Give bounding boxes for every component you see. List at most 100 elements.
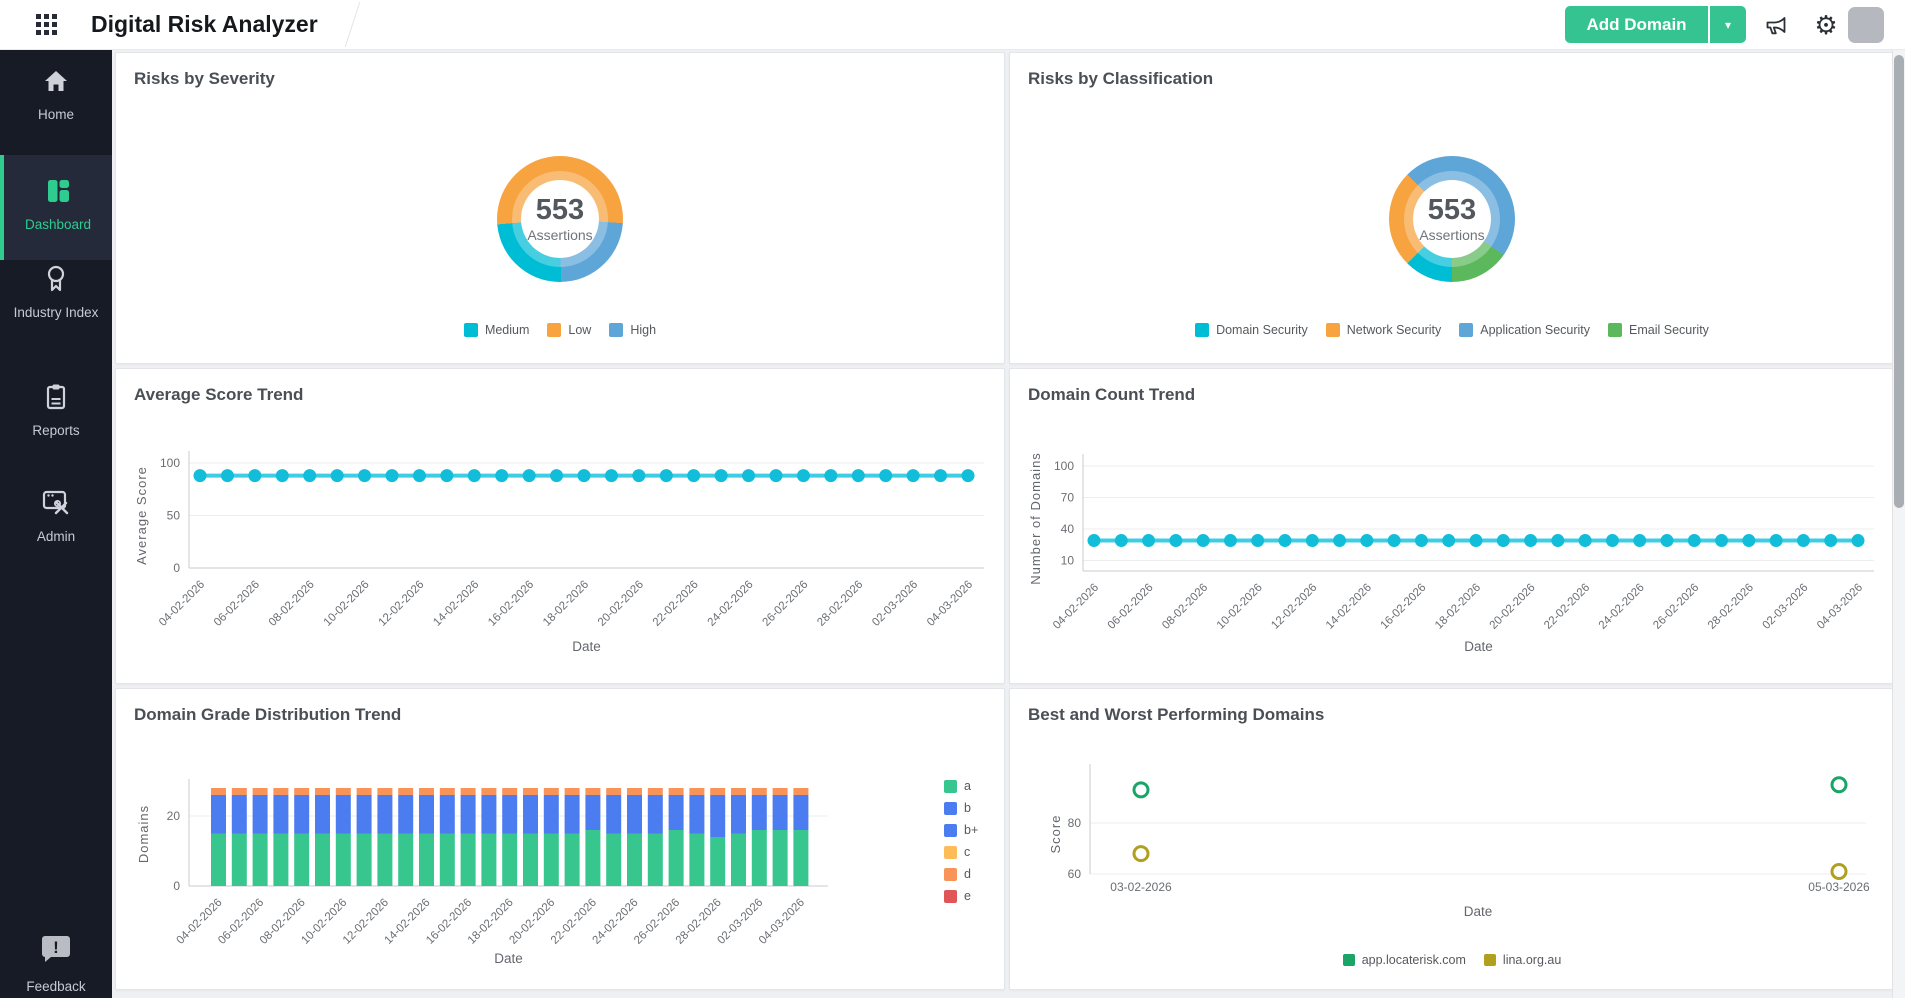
legend-item-email-security[interactable]: Email Security xyxy=(1608,323,1709,337)
legend-swatch xyxy=(944,890,957,903)
severity-donut-chart: 553 Assertions xyxy=(497,156,623,282)
legend-swatch xyxy=(1195,323,1209,337)
classification-donut-chart: 553 Assertions xyxy=(1389,156,1515,282)
svg-text:70: 70 xyxy=(1061,491,1075,505)
legend-item-low[interactable]: Low xyxy=(547,323,591,337)
svg-text:20-02-2026: 20-02-2026 xyxy=(596,579,646,629)
sidebar-item-industry-index[interactable]: Industry Index xyxy=(0,261,112,322)
sidebar-item-reports[interactable]: Reports xyxy=(0,379,112,440)
legend-label: b+ xyxy=(964,823,978,837)
legend-label: Email Security xyxy=(1629,323,1709,337)
legend-label: Application Security xyxy=(1480,323,1590,337)
domain-legend-item-lina-org-au[interactable]: lina.org.au xyxy=(1484,953,1561,967)
award-icon xyxy=(0,261,112,297)
svg-text:Date: Date xyxy=(1464,639,1493,654)
svg-text:05-03-2026: 05-03-2026 xyxy=(1808,880,1870,894)
legend-item-application-security[interactable]: Application Security xyxy=(1459,323,1590,337)
legend-item-network-security[interactable]: Network Security xyxy=(1326,323,1441,337)
svg-text:24-02-2026: 24-02-2026 xyxy=(706,579,756,629)
svg-text:Date: Date xyxy=(1464,904,1493,919)
legend-swatch xyxy=(1326,323,1340,337)
svg-text:10-02-2026: 10-02-2026 xyxy=(1215,582,1265,632)
svg-text:16-02-2026: 16-02-2026 xyxy=(486,579,536,629)
legend-label: b xyxy=(964,801,971,815)
legend-label: Low xyxy=(568,323,591,337)
card-risks-by-severity: Risks by Severity 553 Assertions MediumL… xyxy=(115,52,1005,364)
card-grade-distribution: Domain Grade Distribution Trend 02004-02… xyxy=(115,688,1005,990)
legend-swatch xyxy=(1343,954,1355,966)
legend-label: High xyxy=(630,323,656,337)
card-best-worst-domains: Best and Worst Performing Domains 608003… xyxy=(1009,688,1895,990)
svg-text:28-02-2026: 28-02-2026 xyxy=(815,579,865,629)
legend-label: a xyxy=(964,779,971,793)
svg-text:18-02-2026: 18-02-2026 xyxy=(1433,582,1483,632)
sidebar-item-home[interactable]: Home xyxy=(0,63,112,124)
legend-swatch xyxy=(944,780,957,793)
legend-swatch xyxy=(1484,954,1496,966)
svg-text:!: ! xyxy=(53,938,59,957)
sidebar-item-dashboard[interactable]: Dashboard xyxy=(0,155,112,260)
grade-legend-item-b[interactable]: b xyxy=(944,801,978,815)
legend-swatch xyxy=(1459,323,1473,337)
legend-item-medium[interactable]: Medium xyxy=(464,323,529,337)
card-title-classification: Risks by Classification xyxy=(1028,69,1213,89)
svg-text:Number of Domains: Number of Domains xyxy=(1028,452,1043,585)
sidebar: Home Dashboard Industry Index xyxy=(0,49,112,998)
admin-tools-icon xyxy=(0,485,112,521)
clipboard-icon xyxy=(0,379,112,415)
svg-text:04-03-2026: 04-03-2026 xyxy=(925,579,975,629)
svg-text:10: 10 xyxy=(1061,554,1075,568)
scrollbar-thumb[interactable] xyxy=(1894,55,1904,508)
dashboard-icon xyxy=(4,173,112,209)
grade-legend-item-c[interactable]: c xyxy=(944,845,978,859)
svg-text:08-02-2026: 08-02-2026 xyxy=(1160,582,1210,632)
svg-text:50: 50 xyxy=(167,509,181,523)
card-average-score-trend: Average Score Trend 05010004-02-202606-0… xyxy=(115,368,1005,684)
sidebar-item-feedback[interactable]: ! Feedback xyxy=(0,925,112,996)
grade-legend-item-b-[interactable]: b+ xyxy=(944,823,978,837)
grade-legend-item-e[interactable]: e xyxy=(944,889,978,903)
svg-text:02-03-2026: 02-03-2026 xyxy=(870,579,920,629)
scrollbar-track[interactable] xyxy=(1892,49,1905,998)
svg-text:08-02-2026: 08-02-2026 xyxy=(267,579,317,629)
legend-item-domain-security[interactable]: Domain Security xyxy=(1195,323,1308,337)
legend-label: d xyxy=(964,867,971,881)
svg-text:Score: Score xyxy=(1048,815,1063,854)
svg-text:04-03-2026: 04-03-2026 xyxy=(1815,582,1865,632)
assertions-count: 553 xyxy=(1428,195,1476,225)
severity-legend: Medium Low High xyxy=(116,323,1004,337)
domains-legend: app.locaterisk.com lina.org.au xyxy=(1010,953,1894,967)
legend-swatch xyxy=(547,323,561,337)
sidebar-item-admin[interactable]: Admin xyxy=(0,485,112,546)
legend-label: Medium xyxy=(485,323,529,337)
legend-item-high[interactable]: High xyxy=(609,323,656,337)
grade-legend: ab b+ cde xyxy=(944,779,978,911)
grade-legend-item-a[interactable]: a xyxy=(944,779,978,793)
svg-text:14-02-2026: 14-02-2026 xyxy=(1324,582,1374,632)
legend-swatch xyxy=(609,323,623,337)
grade-legend-item-d[interactable]: d xyxy=(944,867,978,881)
legend-label: Domain Security xyxy=(1216,323,1308,337)
svg-text:100: 100 xyxy=(1054,459,1074,473)
feedback-icon: ! xyxy=(0,925,112,971)
app-title: Digital Risk Analyzer xyxy=(91,0,318,49)
add-domain-caret-button[interactable]: ▾ xyxy=(1708,6,1746,43)
megaphone-icon[interactable] xyxy=(1760,10,1792,40)
svg-text:40: 40 xyxy=(1061,522,1075,536)
svg-text:60: 60 xyxy=(1068,867,1082,881)
svg-text:26-02-2026: 26-02-2026 xyxy=(760,579,810,629)
legend-label: e xyxy=(964,889,971,903)
grade-distribution-bar-chart: 02004-02-202606-02-202608-02-202610-02-2… xyxy=(116,739,1004,989)
svg-text:14-02-2026: 14-02-2026 xyxy=(431,579,481,629)
card-title-domain-count: Domain Count Trend xyxy=(1028,385,1195,405)
app-grid-icon[interactable] xyxy=(36,14,57,35)
domain-legend-item-app-locaterisk-com[interactable]: app.locaterisk.com xyxy=(1343,953,1466,967)
card-title-grade-dist: Domain Grade Distribution Trend xyxy=(134,705,401,725)
gear-icon[interactable]: ⚙ xyxy=(1810,10,1842,40)
add-domain-button[interactable]: Add Domain xyxy=(1565,6,1708,43)
legend-swatch xyxy=(944,846,957,859)
add-domain-split-button: Add Domain ▾ xyxy=(1565,6,1746,43)
header-divider xyxy=(345,2,361,47)
legend-swatch xyxy=(944,802,957,815)
user-avatar[interactable] xyxy=(1848,7,1884,43)
